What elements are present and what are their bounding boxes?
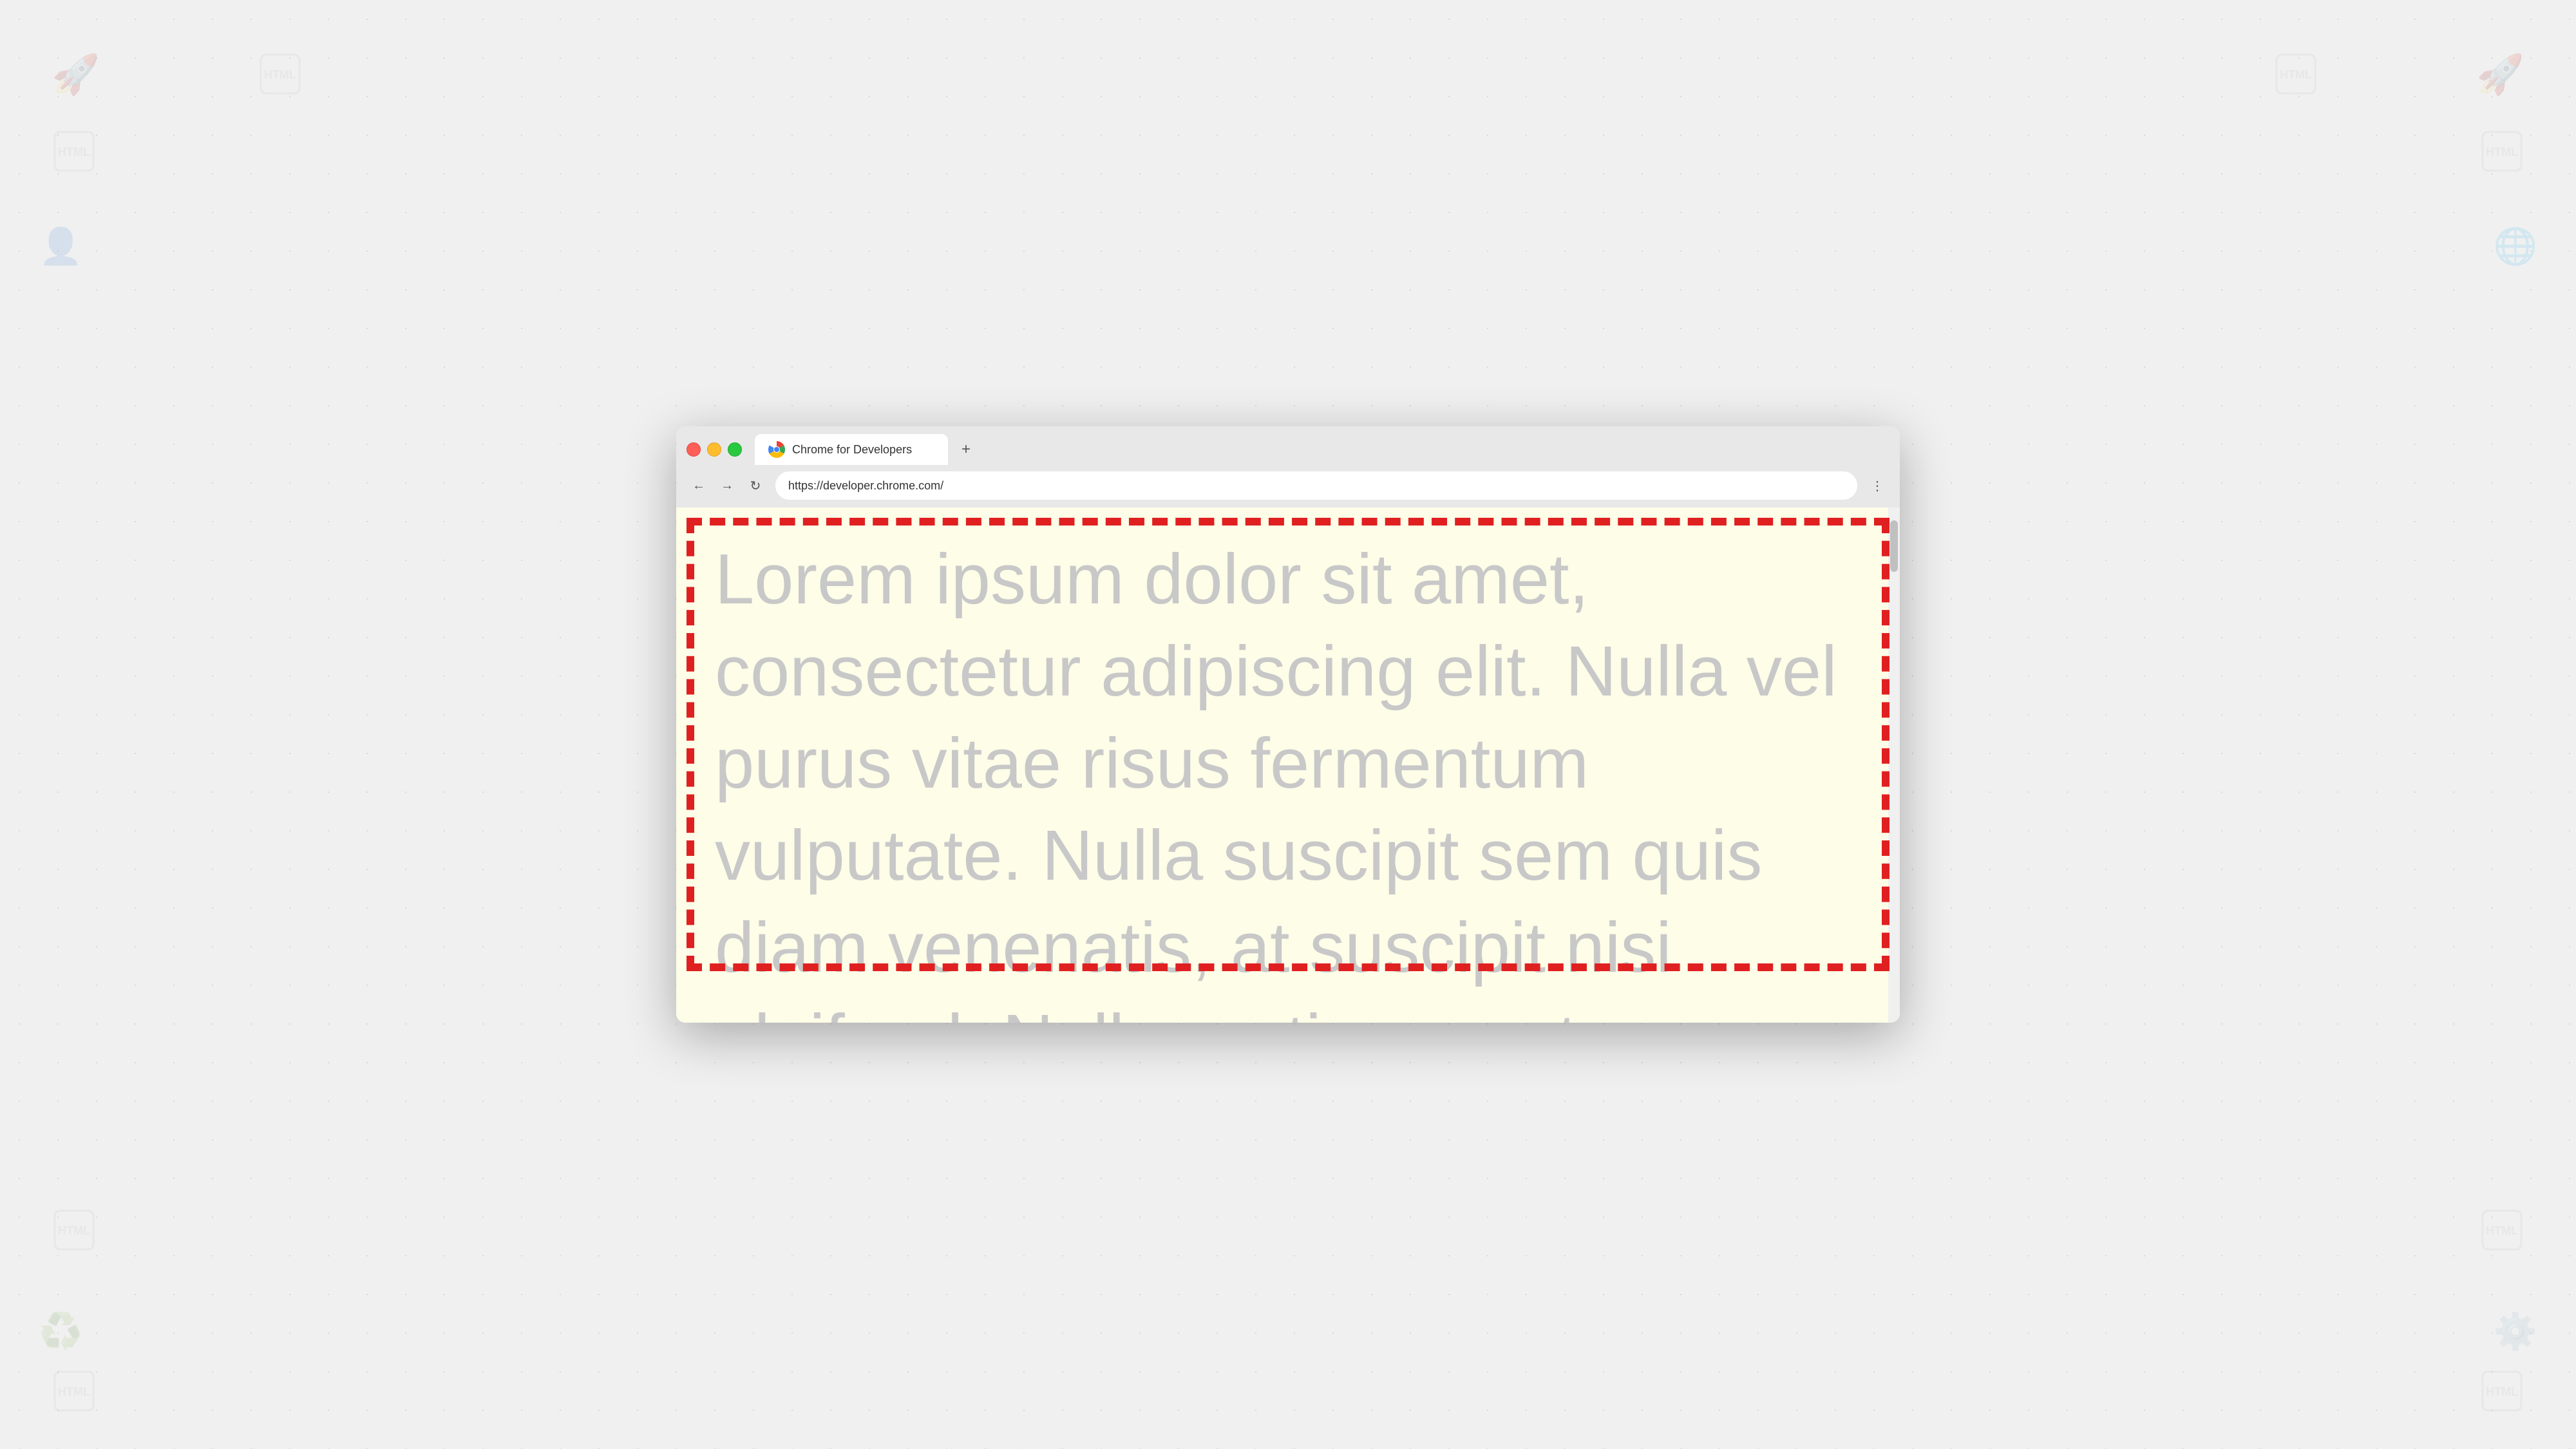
- bg-deco-9: HTML: [52, 1208, 97, 1256]
- bg-deco-6: HTML: [2479, 129, 2524, 177]
- chrome-favicon-icon: [768, 440, 786, 459]
- bg-deco-8: 🌐: [2494, 225, 2537, 267]
- svg-text:HTML: HTML: [58, 1224, 90, 1237]
- address-bar: ← → ↻ https://developer.chrome.com/ ⋮: [676, 465, 1900, 507]
- scrollbar-thumb[interactable]: [1890, 520, 1898, 572]
- page-content: Lorem ipsum dolor sit amet, consectetur …: [676, 507, 1900, 1023]
- bg-deco-5: HTML: [52, 129, 97, 177]
- lorem-ipsum-text: Lorem ipsum dolor sit amet, consectetur …: [676, 507, 1900, 1023]
- tab-bar: Chrome for Developers +: [687, 434, 1889, 465]
- reload-button[interactable]: ↻: [743, 473, 768, 498]
- url-text: https://developer.chrome.com/: [788, 479, 943, 493]
- bg-deco-2: HTML: [258, 52, 303, 105]
- bg-deco-3: HTML: [2273, 52, 2318, 100]
- bg-deco-14: HTML: [2479, 1368, 2524, 1417]
- tab-title: Chrome for Developers: [792, 443, 912, 457]
- maximize-button[interactable]: [728, 442, 742, 457]
- browser-tab-active[interactable]: Chrome for Developers: [755, 434, 948, 465]
- svg-text:HTML: HTML: [2486, 1385, 2518, 1398]
- forward-button[interactable]: →: [715, 473, 739, 498]
- back-button[interactable]: ←: [687, 473, 711, 498]
- browser-menu-button[interactable]: ⋮: [1865, 473, 1889, 498]
- nav-buttons: ← → ↻: [687, 473, 768, 498]
- svg-text:HTML: HTML: [58, 146, 90, 158]
- bg-deco-11: ♻️: [39, 1311, 82, 1352]
- traffic-lights: [687, 442, 742, 457]
- svg-text:HTML: HTML: [58, 1385, 90, 1398]
- close-button[interactable]: [687, 442, 701, 457]
- bg-deco-7: 👤: [39, 225, 82, 267]
- bg-deco-12: ⚙️: [2494, 1311, 2537, 1352]
- bg-deco-13: HTML: [52, 1368, 97, 1417]
- svg-text:HTML: HTML: [2280, 68, 2312, 81]
- url-bar[interactable]: https://developer.chrome.com/: [775, 471, 1857, 500]
- bg-deco-1: 🚀: [52, 52, 100, 97]
- browser-window: Chrome for Developers + ← → ↻ https://de…: [676, 426, 1900, 1023]
- bg-deco-10: HTML: [2479, 1208, 2524, 1256]
- bg-deco-4: 🚀: [2476, 52, 2524, 97]
- minimize-button[interactable]: [707, 442, 721, 457]
- scrollbar[interactable]: [1888, 507, 1900, 1023]
- svg-text:HTML: HTML: [2486, 1224, 2518, 1237]
- svg-text:HTML: HTML: [264, 68, 296, 81]
- new-tab-button[interactable]: +: [953, 437, 979, 462]
- svg-text:HTML: HTML: [2486, 146, 2518, 158]
- title-bar: Chrome for Developers +: [676, 426, 1900, 465]
